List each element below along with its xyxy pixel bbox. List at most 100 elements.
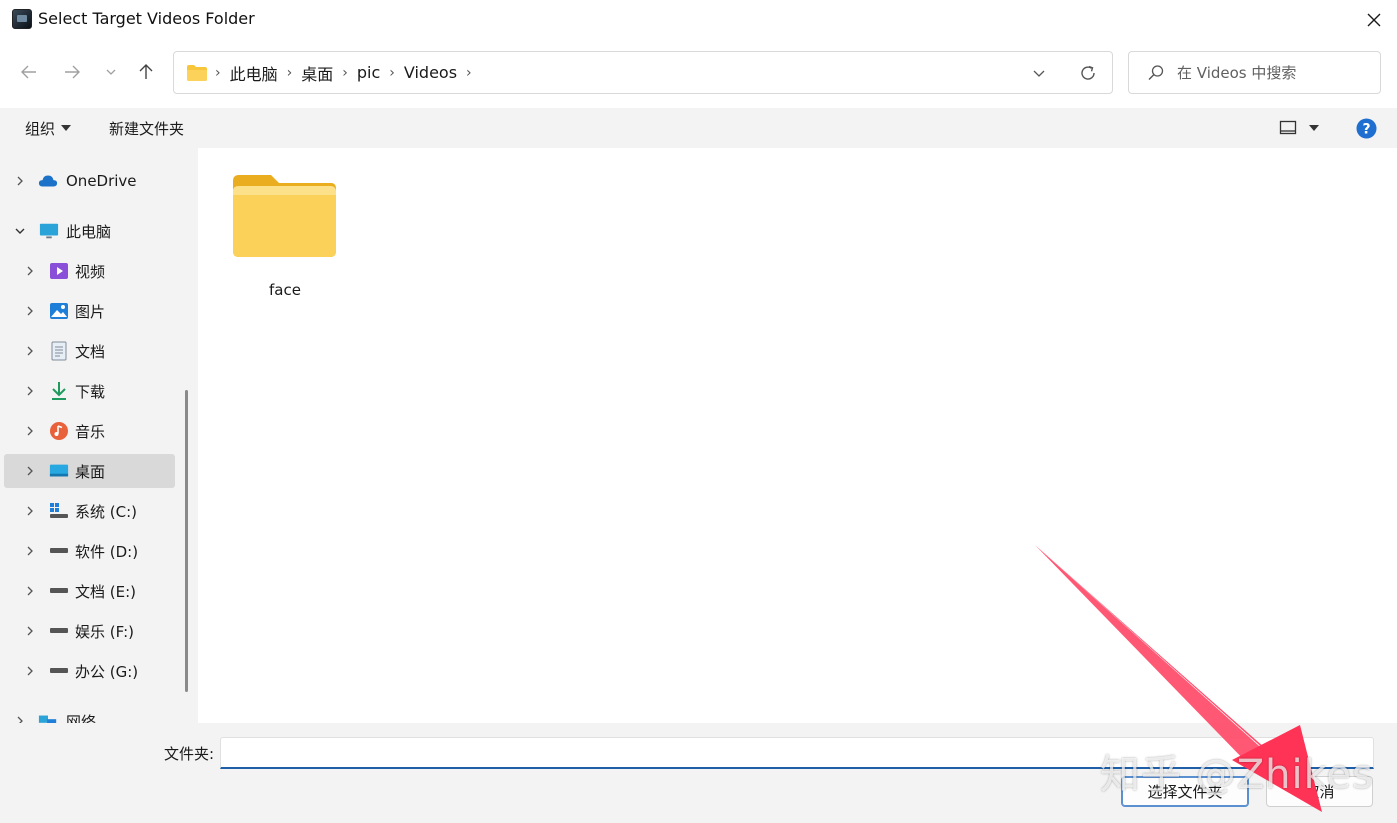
sidebar-item-label: 桌面 xyxy=(75,462,106,481)
sidebar-item-label: 图片 xyxy=(75,302,106,321)
cloud-icon xyxy=(38,171,58,191)
sidebar-item-this-pc[interactable]: 此电脑 xyxy=(4,214,175,248)
caret-down-icon xyxy=(61,125,72,131)
sidebar-item-downloads[interactable]: 下载 xyxy=(4,374,175,408)
watermark: 知乎 @Zhikes xyxy=(1100,752,1374,798)
chevron-right-icon[interactable] xyxy=(23,584,37,598)
sidebar-item-desktop[interactable]: 桌面 xyxy=(4,454,175,488)
chevron-right-icon[interactable] xyxy=(23,384,37,398)
sidebar-scrollbar-track[interactable] xyxy=(178,148,198,723)
music-icon xyxy=(49,421,69,441)
chevron-right-icon: › xyxy=(286,64,293,81)
address-history-button[interactable] xyxy=(1032,66,1046,84)
breadcrumb-item[interactable]: 桌面 xyxy=(295,61,339,85)
chevron-right-icon[interactable] xyxy=(23,264,37,278)
caret-down-icon xyxy=(1309,125,1319,131)
drive-icon xyxy=(49,621,69,641)
chevron-right-icon[interactable] xyxy=(13,714,27,723)
chevron-right-icon[interactable] xyxy=(23,664,37,678)
sidebar-item-network[interactable]: 网络 xyxy=(4,704,175,723)
refresh-button[interactable] xyxy=(1079,64,1097,86)
chevron-down-icon xyxy=(106,69,116,75)
sidebar-item-label: 视频 xyxy=(75,262,106,281)
sidebar-item-label: 此电脑 xyxy=(66,222,112,241)
folder-field-label: 文件夹: xyxy=(164,745,215,763)
system-drive-icon xyxy=(49,501,69,521)
file-list[interactable] xyxy=(198,148,1397,723)
help-icon: ? xyxy=(1356,118,1377,138)
recent-locations-button[interactable] xyxy=(97,58,125,86)
sidebar-item-documents[interactable]: 文档 xyxy=(4,334,175,368)
sidebar-item-label: 娱乐 (F:) xyxy=(75,622,134,641)
chevron-right-icon[interactable] xyxy=(23,424,37,438)
arrow-left-icon xyxy=(21,65,36,79)
search-input[interactable] xyxy=(1177,52,1372,93)
sidebar-item-label: 文档 (E:) xyxy=(75,582,137,601)
up-button[interactable] xyxy=(132,58,160,86)
view-options-button[interactable] xyxy=(1279,108,1319,148)
sidebar-item-drive-f[interactable]: 娱乐 (F:) xyxy=(4,614,175,648)
chevron-right-icon[interactable] xyxy=(23,544,37,558)
refresh-icon xyxy=(1081,65,1095,80)
chevron-right-icon: › xyxy=(466,64,472,81)
chevron-right-icon: › xyxy=(342,64,348,81)
chevron-right-icon[interactable] xyxy=(23,304,37,318)
sidebar-item-onedrive[interactable]: OneDrive xyxy=(4,164,175,198)
app-icon xyxy=(12,9,32,29)
help-button[interactable]: ? xyxy=(1356,108,1377,148)
sidebar-scrollbar-thumb[interactable] xyxy=(185,390,188,692)
drive-icon xyxy=(49,541,69,561)
sidebar-item-label: 软件 (D:) xyxy=(75,542,139,561)
network-icon xyxy=(38,711,58,723)
svg-text:?: ? xyxy=(1362,121,1370,137)
sidebar-item-label: 系统 (C:) xyxy=(75,502,137,521)
sidebar-item-label: 网络 xyxy=(66,712,97,724)
chevron-right-icon[interactable] xyxy=(13,174,27,188)
sidebar-item-drive-d[interactable]: 软件 (D:) xyxy=(4,534,175,568)
search-icon xyxy=(1148,65,1164,80)
breadcrumb-item[interactable]: 此电脑 xyxy=(224,61,284,85)
chevron-right-icon[interactable] xyxy=(23,344,37,358)
sidebar-item-label: 下载 xyxy=(75,382,106,401)
chevron-right-icon[interactable] xyxy=(23,464,37,478)
chevron-right-icon: › xyxy=(389,64,395,81)
chevron-down-icon[interactable] xyxy=(13,224,27,238)
sidebar-item-drive-c[interactable]: 系统 (C:) xyxy=(4,494,175,528)
folder-icon xyxy=(187,64,207,81)
sidebar-item-pictures[interactable]: 图片 xyxy=(4,294,175,328)
sidebar-item-drive-g[interactable]: 办公 (G:) xyxy=(4,654,175,688)
download-icon xyxy=(49,381,69,401)
address-bar[interactable]: › 此电脑 › 桌面 › pic › Videos › xyxy=(173,51,1113,94)
video-icon xyxy=(49,261,69,281)
new-folder-button[interactable]: 新建文件夹 xyxy=(109,108,184,148)
title-bar: Select Target Videos Folder xyxy=(0,0,1397,40)
document-icon xyxy=(49,341,69,361)
close-button[interactable] xyxy=(1356,4,1392,36)
back-button[interactable] xyxy=(15,58,43,86)
computer-icon xyxy=(39,221,59,241)
command-bar: 组织 新建文件夹 ? xyxy=(0,108,1397,148)
sidebar-item-videos[interactable]: 视频 xyxy=(4,254,175,288)
folder-item-face[interactable]: face xyxy=(224,165,346,305)
chevron-right-icon[interactable] xyxy=(23,624,37,638)
chevron-right-icon[interactable] xyxy=(23,504,37,518)
sidebar-item-label: OneDrive xyxy=(66,172,137,190)
organize-button[interactable]: 组织 xyxy=(25,108,72,148)
breadcrumb-item[interactable]: pic xyxy=(351,63,386,82)
sidebar-item-music[interactable]: 音乐 xyxy=(4,414,175,448)
close-icon xyxy=(1367,13,1381,27)
desktop-icon xyxy=(49,461,69,481)
view-icon xyxy=(1279,120,1297,135)
sidebar-item-drive-e[interactable]: 文档 (E:) xyxy=(4,574,175,608)
sidebar-item-label: 音乐 xyxy=(75,422,106,441)
chevron-right-icon: › xyxy=(215,64,221,81)
arrow-up-icon xyxy=(139,64,153,79)
navigation-pane: OneDrive 此电脑 视频 图片 文档 下载 音乐 桌面 系统 (C:) 软… xyxy=(0,148,178,723)
organize-label: 组织 xyxy=(25,119,56,138)
forward-button[interactable] xyxy=(58,58,86,86)
search-box[interactable] xyxy=(1128,51,1381,94)
drive-icon xyxy=(49,581,69,601)
arrow-right-icon xyxy=(65,65,80,79)
breadcrumb-item[interactable]: Videos xyxy=(398,63,463,82)
folder-icon xyxy=(233,175,336,257)
